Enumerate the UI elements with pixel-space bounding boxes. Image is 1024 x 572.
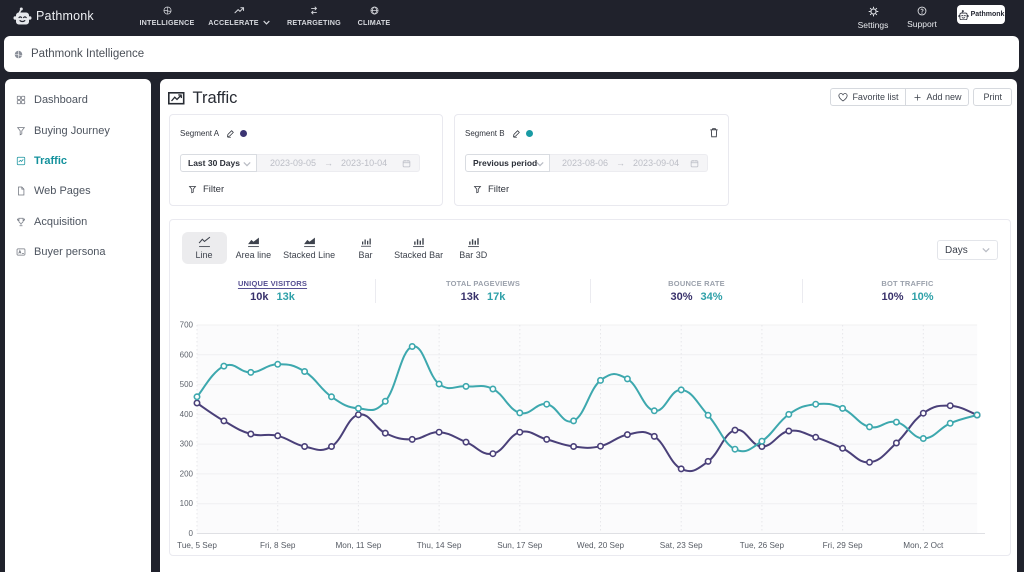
svg-text:600: 600 xyxy=(180,350,194,359)
svg-text:300: 300 xyxy=(180,440,194,449)
svg-text:Thu, 14 Sep: Thu, 14 Sep xyxy=(417,541,462,550)
svg-text:100: 100 xyxy=(180,499,194,508)
svg-text:Mon, 11 Sep: Mon, 11 Sep xyxy=(335,541,381,550)
svg-text:500: 500 xyxy=(180,380,194,389)
svg-text:Tue, 26 Sep: Tue, 26 Sep xyxy=(740,541,785,550)
svg-text:Fri, 29 Sep: Fri, 29 Sep xyxy=(823,541,863,550)
svg-text:700: 700 xyxy=(180,321,194,330)
svg-text:Wed, 20 Sep: Wed, 20 Sep xyxy=(577,541,625,550)
svg-text:Mon, 2 Oct: Mon, 2 Oct xyxy=(903,541,944,550)
svg-text:Sat, 23 Sep: Sat, 23 Sep xyxy=(660,541,703,550)
svg-text:200: 200 xyxy=(180,469,194,478)
svg-text:Sun, 17 Sep: Sun, 17 Sep xyxy=(497,541,543,550)
svg-text:400: 400 xyxy=(180,410,194,419)
svg-text:Fri, 8 Sep: Fri, 8 Sep xyxy=(260,541,296,550)
svg-text:Tue, 5 Sep: Tue, 5 Sep xyxy=(177,541,217,550)
svg-text:0: 0 xyxy=(189,529,194,538)
